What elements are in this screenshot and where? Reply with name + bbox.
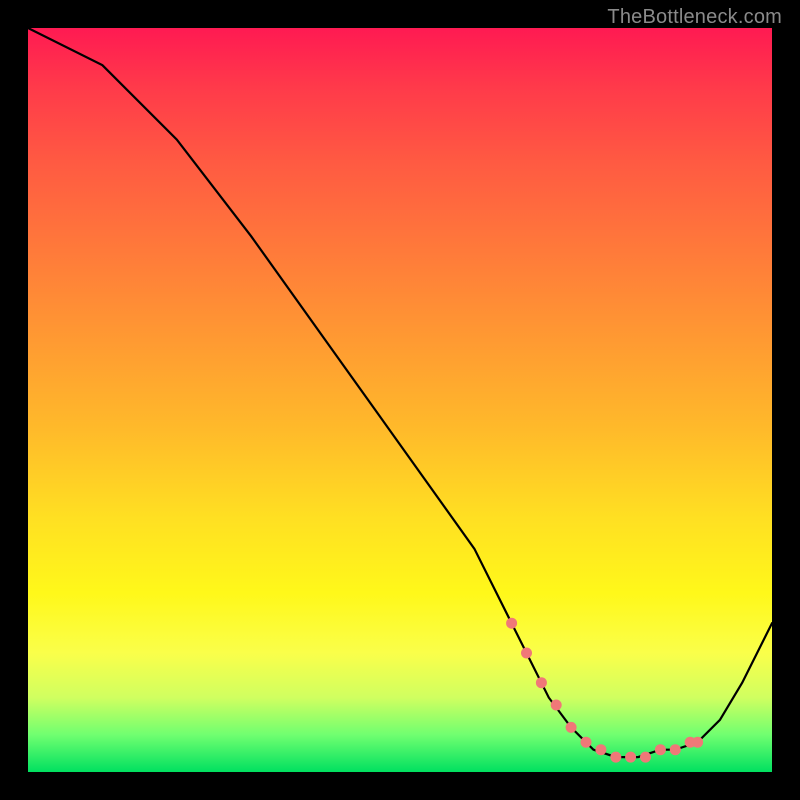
marker-dot — [581, 737, 592, 748]
plot-area — [28, 28, 772, 772]
marker-dot — [536, 677, 547, 688]
chart-frame: TheBottleneck.com — [0, 0, 800, 800]
marker-dot — [670, 744, 681, 755]
marker-dot — [595, 744, 606, 755]
marker-dot — [692, 737, 703, 748]
curve-layer — [28, 28, 772, 772]
marker-dot — [640, 752, 651, 763]
marker-dots — [506, 618, 703, 763]
marker-dot — [655, 744, 666, 755]
marker-dot — [625, 752, 636, 763]
marker-dot — [566, 722, 577, 733]
marker-dot — [506, 618, 517, 629]
marker-dot — [610, 752, 621, 763]
marker-dot — [551, 700, 562, 711]
marker-dot — [521, 648, 532, 659]
watermark-text: TheBottleneck.com — [607, 6, 782, 29]
bottleneck-curve — [28, 28, 772, 757]
